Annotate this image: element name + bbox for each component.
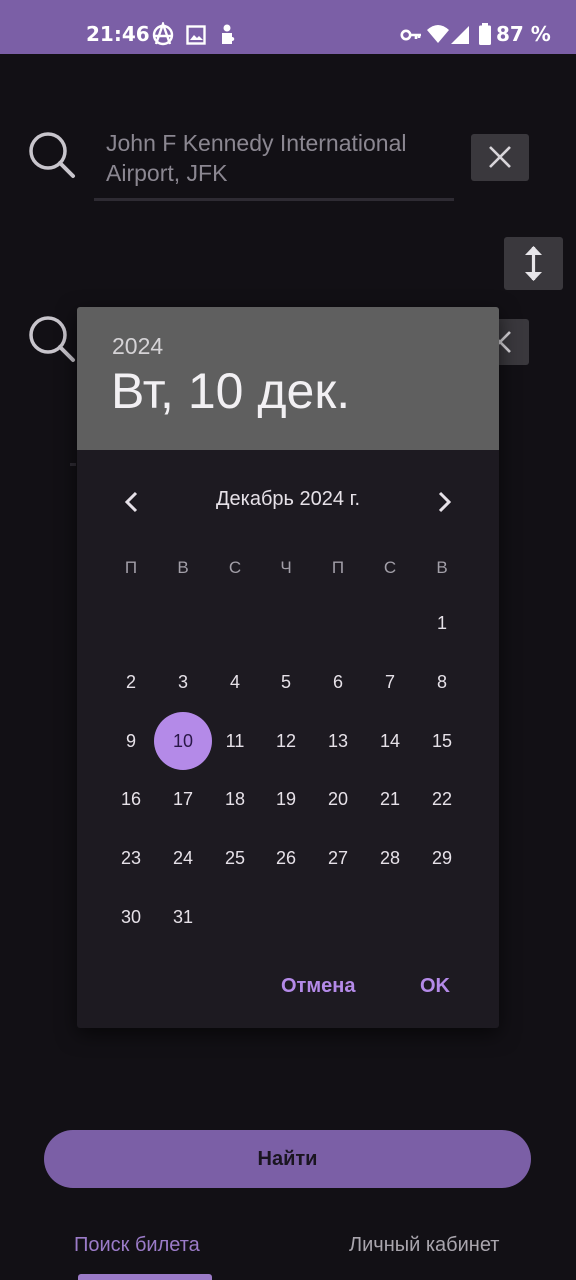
calendar-day-selected[interactable]: 10 xyxy=(154,711,212,770)
header-selected-date: Вт, 10 дек. xyxy=(111,363,351,419)
calendar-day[interactable]: 11 xyxy=(206,712,264,770)
battery-percent: 87 % xyxy=(496,22,551,46)
calendar-day[interactable]: 5 xyxy=(257,653,315,711)
puzzle-icon xyxy=(222,24,235,44)
signal-icon xyxy=(451,26,469,44)
calendar-day[interactable]: 23 xyxy=(102,829,160,887)
close-icon xyxy=(489,146,511,168)
calendar-day[interactable]: 14 xyxy=(361,712,419,770)
next-month-button[interactable] xyxy=(429,487,459,517)
weekday-label: С xyxy=(228,558,242,577)
date-picker-header: 2024 Вт, 10 дек. xyxy=(77,307,499,450)
calendar-day[interactable]: 27 xyxy=(309,829,367,887)
calendar-day[interactable]: 7 xyxy=(361,653,419,711)
field-underline xyxy=(94,198,454,201)
calendar-day[interactable]: 4 xyxy=(206,653,264,711)
calendar-day[interactable]: 30 xyxy=(102,888,160,946)
calendar-day[interactable]: 8 xyxy=(413,653,471,711)
calendar-day[interactable]: 3 xyxy=(154,653,212,711)
calendar-day[interactable]: 9 xyxy=(102,712,160,770)
departure-field[interactable]: John F Kennedy International Airport, JF… xyxy=(106,128,446,188)
calendar-day[interactable]: 12 xyxy=(257,712,315,770)
calendar-day[interactable]: 6 xyxy=(309,653,367,711)
status-bar: 21:46 87 % xyxy=(0,0,576,54)
calendar-day[interactable]: 1 xyxy=(413,594,471,652)
calendar-day[interactable]: 28 xyxy=(361,829,419,887)
search-icon xyxy=(29,132,75,178)
anarchy-icon xyxy=(152,22,174,46)
calendar-day[interactable]: 19 xyxy=(257,770,315,828)
calendar-day[interactable]: 17 xyxy=(154,770,212,828)
search-icon xyxy=(29,316,75,362)
calendar-day[interactable]: 13 xyxy=(309,712,367,770)
key-icon xyxy=(400,29,421,41)
weekday-label: Ч xyxy=(280,558,292,577)
calendar-day[interactable]: 20 xyxy=(309,770,367,828)
calendar-day[interactable]: 18 xyxy=(206,770,264,828)
calendar-day[interactable]: 31 xyxy=(154,888,212,946)
active-tab-indicator xyxy=(78,1274,212,1280)
ok-button[interactable]: OK xyxy=(420,975,450,998)
calendar-day[interactable]: 22 xyxy=(413,770,471,828)
tab-account[interactable]: Личный кабинет xyxy=(349,1234,499,1257)
calendar-day[interactable]: 25 xyxy=(206,829,264,887)
calendar-day[interactable]: 16 xyxy=(102,770,160,828)
field-underline xyxy=(70,463,76,466)
battery-icon xyxy=(479,23,491,45)
header-year[interactable]: 2024 xyxy=(112,333,163,360)
swap-vertical-icon xyxy=(525,246,542,281)
calendar-day[interactable]: 15 xyxy=(413,712,471,770)
weekday-label: П xyxy=(331,558,345,577)
image-icon xyxy=(186,25,206,45)
weekday-label: В xyxy=(177,558,189,577)
calendar-day[interactable]: 26 xyxy=(257,829,315,887)
cancel-button[interactable]: Отмена xyxy=(281,975,355,998)
wifi-icon xyxy=(427,25,449,43)
find-button[interactable]: Найти xyxy=(44,1130,531,1188)
calendar-day[interactable]: 21 xyxy=(361,770,419,828)
date-picker-dialog: 2024 Вт, 10 дек. Декабрь 2024 г. ПВСЧПСВ… xyxy=(77,307,499,1028)
status-time: 21:46 xyxy=(86,22,150,46)
swap-button[interactable] xyxy=(504,237,563,290)
weekday-label: П xyxy=(124,558,138,577)
calendar-day[interactable]: 29 xyxy=(413,829,471,887)
calendar-day[interactable]: 2 xyxy=(102,653,160,711)
calendar-day[interactable]: 24 xyxy=(154,829,212,887)
tab-search-ticket[interactable]: Поиск билета xyxy=(74,1234,200,1257)
weekday-label: С xyxy=(383,558,397,577)
clear-departure-button[interactable] xyxy=(471,134,529,181)
weekday-label: В xyxy=(436,558,448,577)
